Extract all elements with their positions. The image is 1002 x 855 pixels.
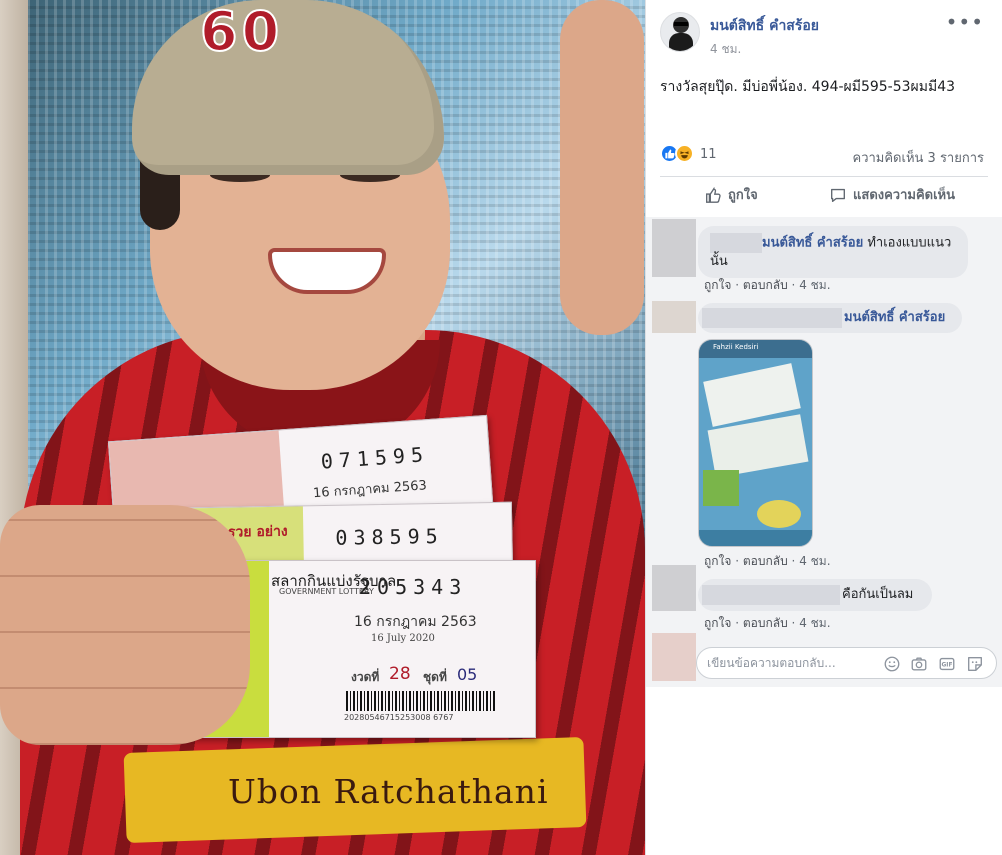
svg-text:GIF: GIF	[942, 663, 953, 669]
commenter-avatar[interactable]	[652, 565, 696, 611]
comment-time[interactable]: 4 ชม.	[799, 616, 830, 630]
post-photo[interactable]: 60 Ubon Ratchathani 071595 16 กรกฎาคม 25…	[0, 0, 645, 855]
more-options-icon[interactable]: •••	[946, 10, 984, 34]
shirt-text: Ubon Ratchathani	[228, 772, 549, 811]
ticket-number: 038595	[335, 523, 444, 550]
haha-reaction-icon	[675, 144, 694, 163]
sticker-icon[interactable]	[966, 655, 984, 673]
author-name[interactable]: มนต์สิทธิ์ คำสร้อย	[710, 15, 819, 37]
holding-hand	[0, 505, 250, 745]
like-label: ถูกใจ	[728, 188, 758, 203]
comments-section: มนต์สิทธิ์ คำสร้อย ทำเองแบบแนวนั้น ถูกใจ…	[646, 217, 1002, 687]
comment-bubble: มนต์สิทธิ์ คำสร้อย	[698, 303, 962, 333]
comment-like-link[interactable]: ถูกใจ	[704, 278, 731, 292]
blurred-name	[710, 233, 762, 253]
comment-meta: ถูกใจ · ตอบกลับ · 4 ชม.	[704, 278, 831, 292]
blurred-name	[702, 585, 840, 605]
draw-label: งวดที่	[351, 670, 380, 684]
ticket-date: 16 กรกฎาคม 2563	[312, 478, 428, 502]
comment-time[interactable]: 4 ชม.	[799, 278, 830, 292]
post-time[interactable]: 4 ชม.	[710, 40, 741, 59]
barcode-number: 20280546715253008 6767	[344, 713, 454, 722]
ticket-date: 16 กรกฎาคม 2563	[354, 614, 477, 630]
commenter-avatar[interactable]	[652, 301, 696, 333]
comment-like-link[interactable]: ถูกใจ	[704, 554, 731, 568]
set-number: 05	[457, 665, 478, 684]
comment-meta: ถูกใจ · ตอบกลับ · 4 ชม.	[704, 616, 831, 630]
comment-label: แสดงความคิดเห็น	[853, 188, 956, 203]
comment-count-link[interactable]: ความคิดเห็น 3 รายการ	[853, 147, 985, 168]
draw-number: 28	[389, 664, 411, 684]
smile	[268, 248, 386, 294]
comment-bubble: คือกันเป็นลม	[698, 579, 932, 611]
emoji-icon[interactable]	[883, 655, 901, 673]
thumbs-up-icon	[706, 186, 721, 203]
comment-reply-link[interactable]: ตอบกลับ	[743, 278, 788, 292]
author-avatar[interactable]	[660, 12, 700, 52]
ticket-barcode	[346, 691, 496, 711]
cap-number: 60	[199, 0, 284, 64]
mention-link[interactable]: มนต์สิทธิ์ คำสร้อย	[844, 309, 945, 327]
ticket-number: 071595	[320, 442, 430, 474]
gif-icon[interactable]: GIF	[938, 655, 956, 673]
reaction-count: 11	[700, 147, 717, 162]
viewer-avatar	[652, 633, 696, 681]
mention-link[interactable]: มนต์สิทธิ์ คำสร้อย	[762, 236, 863, 251]
comment-reply-link[interactable]: ตอบกลับ	[743, 616, 788, 630]
comment-time[interactable]: 4 ชม.	[799, 554, 830, 568]
commenter-avatar[interactable]	[652, 219, 696, 277]
comment-text: คือกันเป็นลม	[842, 587, 914, 602]
post-text: รางวัลสุยปุ๊ด. มีบ่อพี่น้อง. 494-ผมี595-…	[660, 79, 956, 95]
blurred-name	[702, 308, 842, 328]
camera-icon[interactable]	[910, 655, 928, 673]
ticket-number: 205343	[359, 575, 468, 599]
comment-bubble: มนต์สิทธิ์ คำสร้อย ทำเองแบบแนวนั้น	[698, 226, 968, 278]
set-label: ชุดที่	[423, 670, 447, 684]
pointing-finger	[560, 0, 644, 335]
comment-reply-link[interactable]: ตอบกลับ	[743, 554, 788, 568]
comment-like-link[interactable]: ถูกใจ	[704, 616, 731, 630]
comment-image[interactable]: Fahzii Kedsiri	[698, 339, 813, 547]
post-panel: มนต์สิทธิ์ คำสร้อย 4 ชม. ••• รางวัลสุยปุ…	[645, 0, 1002, 855]
like-button[interactable]: ถูกใจ	[704, 184, 758, 205]
reply-input[interactable]	[707, 654, 877, 672]
reply-box: GIF	[696, 647, 997, 679]
comment-button[interactable]: แสดงความคิดเห็น	[829, 184, 955, 205]
ticket-date-en: 16 July 2020	[371, 633, 435, 644]
image-title: Fahzii Kedsiri	[713, 343, 759, 351]
comment-meta: ถูกใจ · ตอบกลับ · 4 ชม.	[704, 554, 831, 568]
comment-icon	[831, 188, 845, 202]
divider	[660, 176, 988, 177]
